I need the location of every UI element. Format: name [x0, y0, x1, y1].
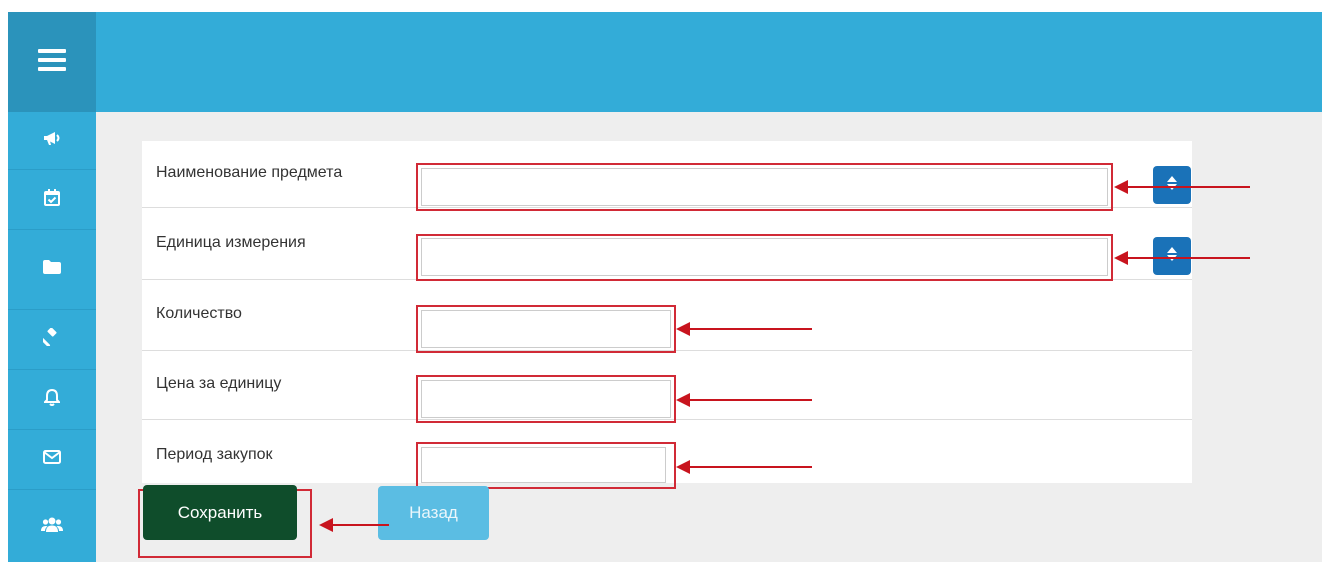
annotation-arrow-quantity [676, 322, 812, 336]
hamburger-menu-icon [38, 48, 66, 76]
annotation-arrow-purchase-period [676, 460, 812, 474]
sidebar-item-messages[interactable] [8, 430, 96, 490]
annotation-arrow-item-name [1114, 180, 1250, 194]
annotation-arrow-unit-price [676, 393, 812, 407]
sidebar-item-announcements[interactable] [8, 112, 96, 170]
back-button[interactable]: Назад [378, 486, 489, 540]
folder-icon [43, 260, 61, 279]
annotation-frame-item-name [416, 163, 1113, 211]
annotation-arrow-unit [1114, 251, 1250, 265]
annotation-frame-purchase-period [416, 442, 676, 489]
sidebar-item-auctions[interactable] [8, 310, 96, 370]
sort-arrows-icon [1167, 175, 1177, 195]
top-header-bar [96, 12, 1322, 112]
sidebar-item-folders[interactable] [8, 230, 96, 310]
unit-selector-button[interactable] [1153, 237, 1191, 275]
unit-price-label: Цена за единицу [156, 375, 282, 392]
hamburger-menu-button[interactable] [8, 12, 96, 112]
annotation-frame-unit [416, 234, 1113, 281]
annotation-frame-unit-price [416, 375, 676, 423]
sort-arrows-icon [1167, 246, 1177, 266]
sidebar-item-users[interactable] [8, 490, 96, 562]
bullhorn-icon [43, 130, 61, 151]
quantity-label: Количество [156, 305, 242, 322]
unit-label: Единица измерения [156, 234, 306, 251]
sidebar [8, 112, 96, 562]
envelope-icon [43, 450, 61, 469]
item-name-label: Наименование предмета [156, 164, 343, 181]
annotation-arrow-save [319, 518, 389, 532]
annotation-frame-quantity [416, 305, 676, 353]
bell-icon [42, 388, 62, 411]
purchase-period-label: Период закупок [156, 446, 273, 463]
save-button[interactable]: Сохранить [143, 485, 297, 540]
sidebar-item-notifications[interactable] [8, 370, 96, 430]
sidebar-item-calendar[interactable] [8, 170, 96, 230]
calendar-check-icon [44, 188, 60, 211]
users-icon [41, 516, 63, 537]
item-name-selector-button[interactable] [1153, 166, 1191, 204]
gavel-icon [40, 327, 61, 351]
